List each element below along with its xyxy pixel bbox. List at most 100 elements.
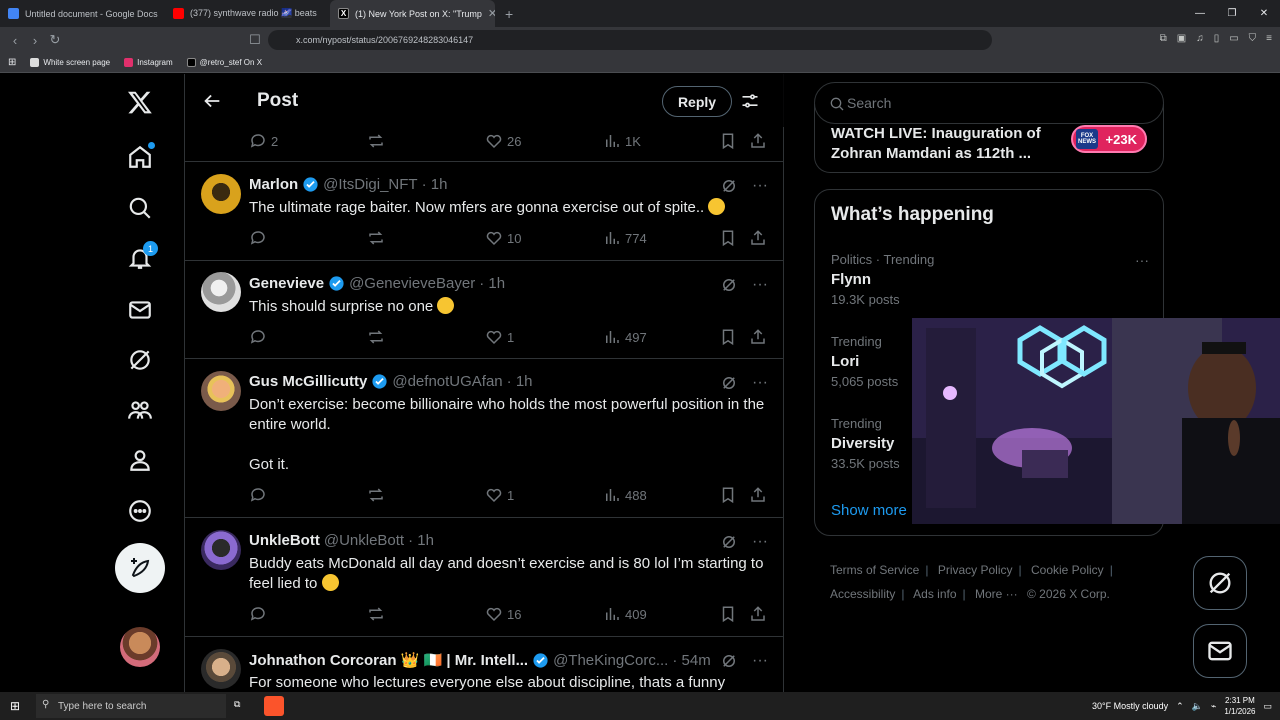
author-name[interactable]: Johnathon Corcoran 👑 🇮🇪 | Mr. Intell... xyxy=(249,651,528,669)
filter-icon[interactable] xyxy=(740,91,760,111)
reply-action[interactable] xyxy=(249,327,267,347)
like-action[interactable]: 1 xyxy=(485,485,514,505)
more-options-icon[interactable]: ··· xyxy=(752,177,768,195)
grok-icon[interactable] xyxy=(720,652,738,670)
tab-youtube[interactable]: (377) synthwave radio 🌌 beats xyxy=(165,0,330,27)
timestamp[interactable]: · 1h xyxy=(422,176,448,193)
repost-action[interactable] xyxy=(367,604,385,624)
reply-tweet[interactable]: UnkleBott @UnkleBott · 1h ··· Buddy eats… xyxy=(185,518,784,637)
minimize-button[interactable]: — xyxy=(1184,0,1216,27)
share-action[interactable] xyxy=(749,131,767,151)
tab-google-docs[interactable]: Untitled document - Google Docs xyxy=(0,0,165,27)
tab-x-post[interactable]: X (1) New York Post on X: "Trump ✕ xyxy=(330,0,495,27)
like-action[interactable]: 26 xyxy=(485,131,521,151)
chevron-up-icon[interactable]: ⌃ xyxy=(1176,701,1184,712)
reply-button[interactable]: Reply xyxy=(662,86,732,117)
weather-widget[interactable]: 30°F Mostly cloudy xyxy=(1092,701,1168,711)
live-event-title[interactable]: WATCH LIVE: Inauguration of Zohran Mamda… xyxy=(831,124,1051,164)
puzzle-icon[interactable]: ⧉ xyxy=(1160,33,1167,44)
like-action[interactable]: 1 xyxy=(485,327,514,347)
bookmark-item[interactable]: White screen page xyxy=(30,58,110,67)
author-name[interactable]: Gus McGillicutty xyxy=(249,373,367,390)
repost-action[interactable] xyxy=(367,327,385,347)
screenshot-icon[interactable]: ▣ xyxy=(1177,33,1186,44)
back-nav-icon[interactable]: ‹ xyxy=(5,33,25,48)
volume-icon[interactable]: 🔈 xyxy=(1192,701,1203,712)
views-action[interactable]: 497 xyxy=(603,327,647,347)
notifications-icon[interactable]: ▭ xyxy=(1263,701,1272,712)
footer-link[interactable]: More ··· xyxy=(975,587,1018,601)
author-handle[interactable]: @defnotUGAfan xyxy=(392,373,502,390)
notifications-bell-icon[interactable]: 1 xyxy=(120,238,160,278)
sidebar-icon[interactable]: ▯ xyxy=(1214,33,1220,44)
reply-tweet[interactable]: Marlon @ItsDigi_NFT · 1h ··· The ultimat… xyxy=(185,162,784,261)
footer-link[interactable]: Terms of Service xyxy=(830,563,919,577)
forward-nav-icon[interactable]: › xyxy=(25,33,45,48)
author-name[interactable]: UnkleBott xyxy=(249,532,320,549)
reply-action[interactable] xyxy=(249,485,267,505)
timestamp[interactable]: · 1h xyxy=(479,275,505,292)
back-arrow-icon[interactable] xyxy=(201,90,223,112)
avatar[interactable] xyxy=(201,272,241,312)
messages-icon[interactable] xyxy=(120,290,160,330)
avatar[interactable] xyxy=(201,371,241,411)
grok-icon[interactable] xyxy=(720,276,738,294)
account-avatar[interactable] xyxy=(120,627,160,667)
author-handle[interactable]: @UnkleBott xyxy=(324,532,404,549)
avatar[interactable] xyxy=(201,174,241,214)
windows-start-icon[interactable]: ⊞ xyxy=(10,699,20,713)
apps-grid-icon[interactable]: ⊞ xyxy=(8,57,16,68)
new-tab-button[interactable]: + xyxy=(495,0,523,27)
repost-action[interactable] xyxy=(367,131,385,151)
author-name[interactable]: Genevieve xyxy=(249,275,324,292)
repost-action[interactable] xyxy=(367,485,385,505)
bookmark-item[interactable]: Instagram xyxy=(124,58,173,67)
repost-action[interactable] xyxy=(367,228,385,248)
reply-tweet[interactable]: Gus McGillicutty @defnotUGAfan · 1h ··· … xyxy=(185,359,784,518)
share-action[interactable] xyxy=(749,604,767,624)
compose-post-button[interactable] xyxy=(115,543,165,593)
avatar[interactable] xyxy=(201,649,241,689)
share-action[interactable] xyxy=(749,327,767,347)
timestamp[interactable]: · 54m xyxy=(672,652,710,669)
timestamp[interactable]: · 1h xyxy=(408,532,434,549)
search-input[interactable]: Search xyxy=(814,82,1164,124)
grok-float-button[interactable] xyxy=(1193,556,1247,610)
views-action[interactable]: 488 xyxy=(603,485,647,505)
footer-link[interactable]: Privacy Policy xyxy=(938,563,1013,577)
like-action[interactable]: 10 xyxy=(485,228,521,248)
media-icon[interactable]: ♫ xyxy=(1196,33,1204,44)
more-options-icon[interactable]: ··· xyxy=(752,276,768,294)
author-name[interactable]: Marlon xyxy=(249,176,298,193)
reply-action[interactable] xyxy=(249,228,267,248)
bookmark-action[interactable] xyxy=(719,228,737,248)
bookmark-action[interactable] xyxy=(719,604,737,624)
share-action[interactable] xyxy=(749,228,767,248)
shield-icon[interactable]: ⛉ xyxy=(1249,33,1257,44)
like-action[interactable]: 16 xyxy=(485,604,521,624)
bookmark-action[interactable] xyxy=(719,131,737,151)
grok-icon[interactable] xyxy=(720,374,738,392)
search-icon[interactable] xyxy=(120,188,160,228)
close-tab-icon[interactable]: ✕ xyxy=(488,7,495,20)
author-handle[interactable]: @ItsDigi_NFT xyxy=(323,176,417,193)
views-action[interactable]: 1K xyxy=(603,131,641,151)
live-viewers-badge[interactable]: FOX NEWS +23K xyxy=(1071,125,1147,153)
trend-item[interactable]: Politics · Trending Flynn 19.3K posts ··… xyxy=(831,252,1151,307)
network-icon[interactable]: ⌁ xyxy=(1211,701,1216,712)
messages-float-button[interactable] xyxy=(1193,624,1247,678)
bookmark-action[interactable] xyxy=(719,327,737,347)
reply-action[interactable] xyxy=(249,604,267,624)
author-handle[interactable]: @TheKingCorc... xyxy=(553,652,668,669)
avatar[interactable] xyxy=(201,530,241,570)
author-handle[interactable]: @GenevieveBayer xyxy=(349,275,475,292)
grok-icon[interactable] xyxy=(720,533,738,551)
show-more-link[interactable]: Show more xyxy=(831,502,907,519)
footer-link[interactable]: Ads info xyxy=(913,587,956,601)
task-view-icon[interactable]: ⧉ xyxy=(234,699,240,710)
timestamp[interactable]: · 1h xyxy=(507,373,533,390)
bookmark-action[interactable] xyxy=(719,485,737,505)
communities-icon[interactable] xyxy=(120,390,160,430)
views-action[interactable]: 409 xyxy=(603,604,647,624)
address-bar[interactable]: x.com/nypost/status/2006769248283046147 xyxy=(268,30,992,50)
